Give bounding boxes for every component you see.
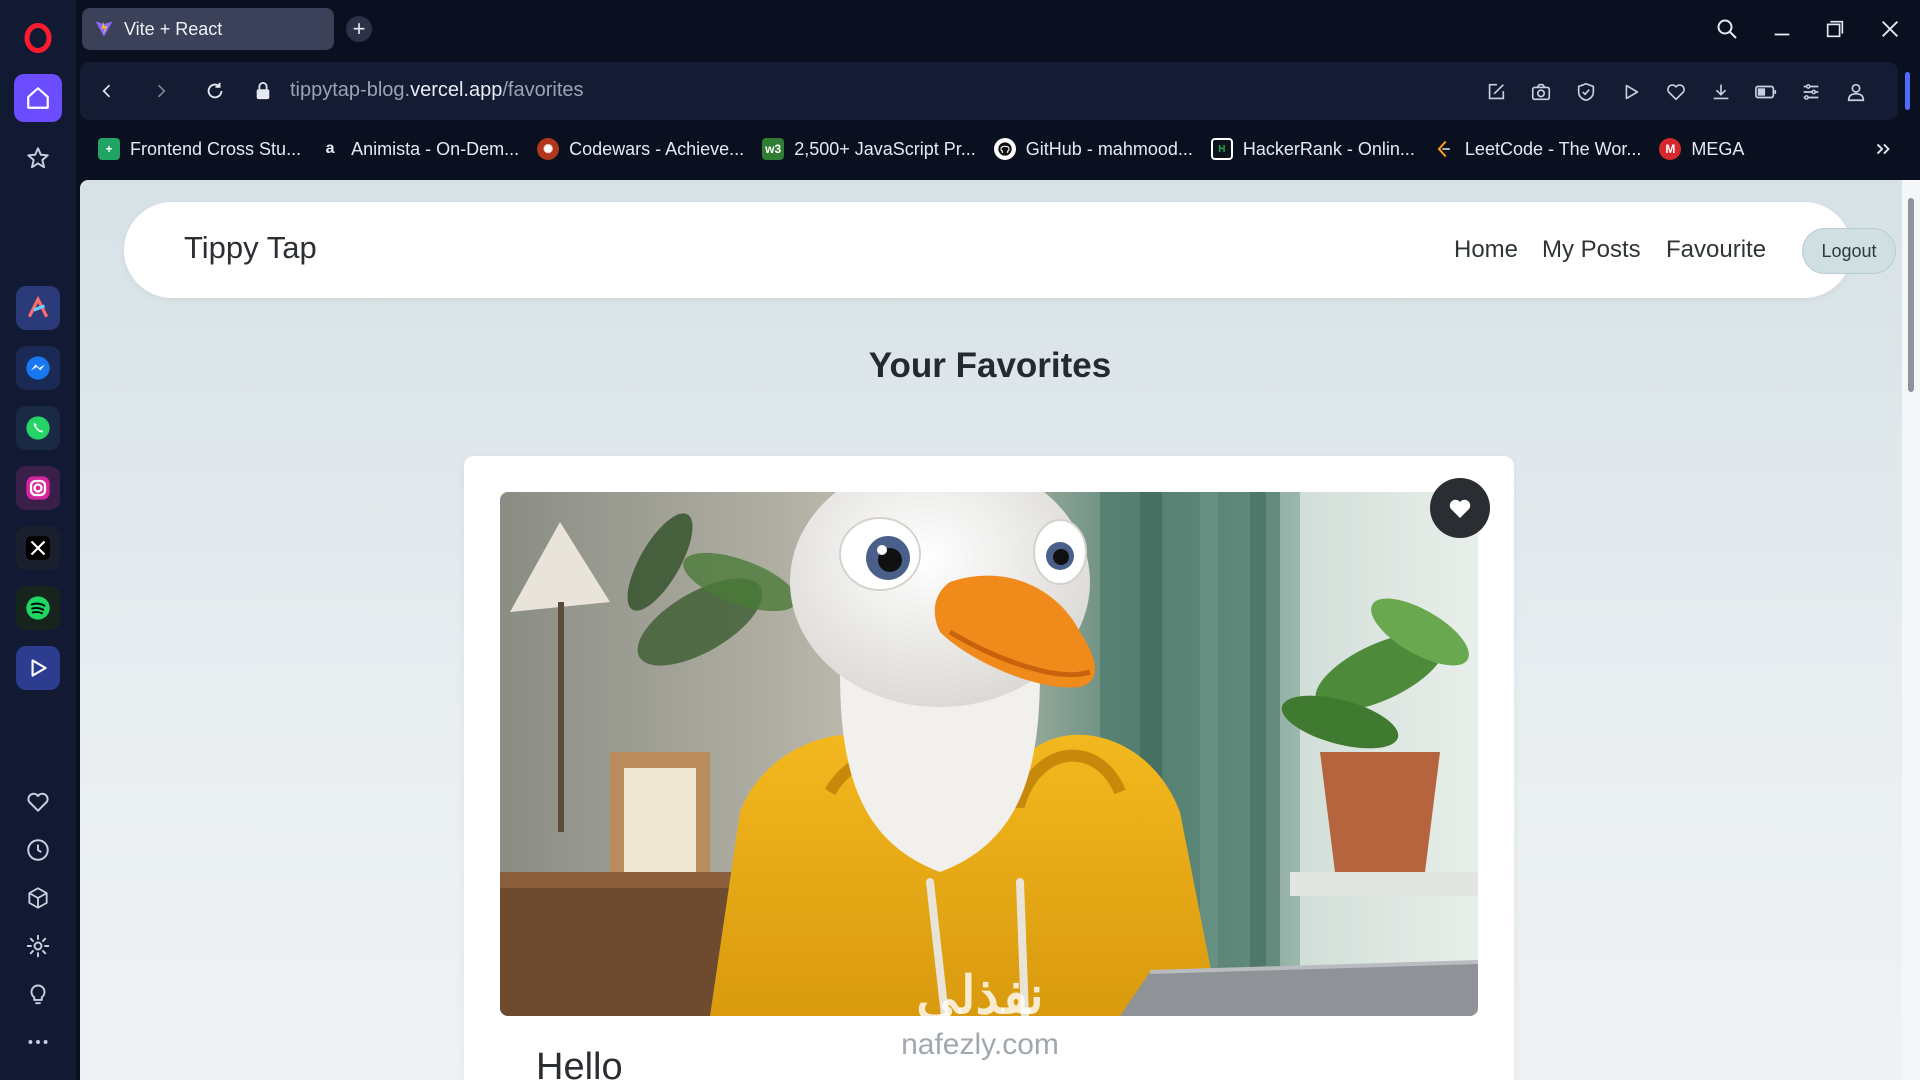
- scroll-thumb[interactable]: [1908, 198, 1914, 392]
- site-brand[interactable]: Tippy Tap: [184, 230, 317, 266]
- post-title: Hello: [536, 1046, 623, 1080]
- unfavorite-heart-button[interactable]: [1430, 478, 1490, 538]
- new-tab-button[interactable]: +: [346, 16, 372, 42]
- bookmark-item[interactable]: LeetCode - The Wor...: [1433, 138, 1641, 160]
- whatsapp-icon[interactable]: [16, 406, 60, 450]
- lock-icon[interactable]: [246, 74, 280, 108]
- nav-home-link[interactable]: Home: [1454, 236, 1518, 264]
- forward-icon[interactable]: [144, 74, 178, 108]
- download-icon[interactable]: [1705, 76, 1737, 108]
- hackerrank-icon: H: [1210, 138, 1233, 160]
- reload-icon[interactable]: [198, 74, 232, 108]
- messenger-icon[interactable]: [16, 346, 60, 390]
- web-viewport: Tippy Tap Home My Posts Favourite Logout…: [80, 180, 1920, 1080]
- lightbulb-icon[interactable]: [14, 970, 62, 1018]
- bookmarks-bar: + Frontend Cross Stu... a Animista - On-…: [80, 126, 1920, 172]
- site-navbar: Tippy Tap Home My Posts Favourite Logout: [124, 202, 1896, 298]
- heart-icon[interactable]: [14, 778, 62, 826]
- bookmark-item[interactable]: + Frontend Cross Stu...: [98, 138, 301, 160]
- back-icon[interactable]: [90, 74, 124, 108]
- search-tabs-icon[interactable]: [1710, 12, 1744, 46]
- easy-setup-menu-icon[interactable]: [1795, 76, 1827, 108]
- bookmark-item[interactable]: a Animista - On-Dem...: [319, 138, 519, 160]
- page-title: Your Favorites: [868, 346, 1112, 385]
- profile-icon[interactable]: [1840, 76, 1872, 108]
- codewars-icon: ✺: [537, 138, 560, 160]
- spotify-icon[interactable]: [16, 586, 60, 630]
- home-icon[interactable]: [14, 74, 62, 122]
- tab-strip: Vite + React +: [76, 0, 1920, 58]
- more-dots-icon[interactable]: [14, 1018, 62, 1066]
- logout-button[interactable]: Logout: [1802, 228, 1896, 274]
- address-bar: tippytap-blog.vercel.app/favorites: [80, 62, 1910, 120]
- bookmark-heart-icon[interactable]: [1660, 76, 1692, 108]
- shield-check-icon[interactable]: [1570, 76, 1602, 108]
- play-icon[interactable]: [1615, 76, 1647, 108]
- github-icon: [993, 138, 1016, 160]
- post-image-duck: [500, 492, 1478, 1016]
- watermark-domain: nafezly.com: [901, 1028, 1059, 1061]
- nav-favourite-link[interactable]: Favourite: [1666, 236, 1766, 264]
- tab-active[interactable]: Vite + React: [82, 8, 334, 50]
- chevron-double-right-icon[interactable]: [1872, 138, 1894, 160]
- x-twitter-icon[interactable]: [16, 526, 60, 570]
- opera-logo-icon[interactable]: [14, 14, 62, 62]
- extensions-cube-icon[interactable]: [14, 874, 62, 922]
- instagram-icon[interactable]: [16, 466, 60, 510]
- aria-icon[interactable]: [16, 286, 60, 330]
- minimize-icon[interactable]: [1765, 12, 1799, 46]
- plus-sheet-icon: +: [98, 138, 120, 160]
- battery-saver-icon[interactable]: [1750, 76, 1782, 108]
- star-icon[interactable]: [14, 134, 62, 182]
- sidebar-accent-bar: [1905, 72, 1910, 110]
- w3resource-icon: w3: [762, 138, 785, 160]
- close-window-icon[interactable]: [1873, 12, 1907, 46]
- animista-icon: a: [325, 140, 335, 157]
- mega-icon: M: [1659, 138, 1682, 160]
- nav-my-posts-link[interactable]: My Posts: [1542, 236, 1641, 264]
- url-text[interactable]: tippytap-blog.vercel.app/favorites: [290, 79, 584, 102]
- player-icon[interactable]: [16, 646, 60, 690]
- heart-filled-icon: [1449, 499, 1471, 518]
- bookmark-item[interactable]: w3 2,500+ JavaScript Pr...: [762, 138, 976, 160]
- watermark: نفذلي nafezly.com: [850, 970, 1110, 1062]
- tab-title: Vite + React: [124, 18, 223, 39]
- bookmark-item[interactable]: GitHub - mahmood...: [993, 138, 1193, 160]
- browser-sidebar: [0, 0, 76, 1080]
- leetcode-icon: [1433, 138, 1455, 160]
- history-clock-icon[interactable]: [14, 826, 62, 874]
- restore-window-icon[interactable]: [1818, 12, 1852, 46]
- settings-gear-icon[interactable]: [14, 922, 62, 970]
- share-edit-icon[interactable]: [1480, 76, 1512, 108]
- bookmark-item[interactable]: H HackerRank - Onlin...: [1210, 138, 1415, 160]
- watermark-arabic: نفذلي: [916, 967, 1044, 1025]
- bookmark-item[interactable]: M MEGA: [1659, 138, 1744, 160]
- camera-snapshot-icon[interactable]: [1525, 76, 1557, 108]
- bookmark-item[interactable]: ✺ Codewars - Achieve...: [537, 138, 744, 160]
- vite-logo-icon: [94, 19, 114, 39]
- page-scrollbar[interactable]: [1902, 180, 1920, 1080]
